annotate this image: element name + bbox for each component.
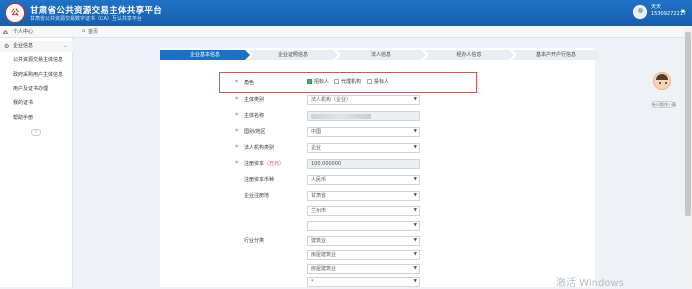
required-mark: * — [235, 96, 238, 103]
role-option-bidder[interactable]: 投标人 — [367, 78, 389, 85]
chevron-down-icon: ▼ — [413, 223, 417, 228]
breadcrumb-current[interactable]: 首页 — [88, 28, 98, 35]
form-row: * 法人机构类别 企业 ▼ — [0, 143, 692, 153]
form-row: * 主体名称 — [0, 111, 692, 121]
chevron-down-icon: ▼ — [413, 145, 417, 150]
chevron-down-icon: ▼ — [413, 97, 417, 102]
breadcrumb-home-icon: ⌂ — [82, 28, 86, 34]
checkbox-icon — [334, 79, 339, 84]
industry-level4-select[interactable]: * ▼ — [307, 277, 420, 287]
role-option-tenderer[interactable]: 招标人 — [307, 78, 329, 85]
field-label: 主体类别 — [244, 97, 265, 103]
role-option-agency[interactable]: 代理机构 — [334, 78, 361, 85]
step-progress: 企业基本信息 企业证照信息 法人信息 经办人信息 基本户开户行信息 — [160, 50, 600, 60]
home-icon: ⌂ — [4, 29, 8, 36]
chevron-down-icon: ▼ — [413, 193, 417, 198]
form-row: 行业分类 建筑业 ▼ — [0, 236, 692, 246]
sidebar-item-trading-subject[interactable]: 公共资源交易主体信息 — [0, 55, 73, 66]
role-row: * 角色 招标人 代理机构 投标人 — [0, 78, 692, 88]
subject-category-select[interactable]: 法人机构（企业） ▼ — [307, 95, 420, 105]
form-row: * 注册资本（万元） 100.000000 — [0, 159, 692, 169]
avatar[interactable] — [633, 5, 647, 19]
eye-icon — [659, 82, 661, 84]
eye-icon — [665, 82, 667, 84]
form-row: 兰州市 ▼ — [0, 206, 692, 216]
sidebar-item-label: 个人中心 — [13, 29, 34, 35]
step-bank-account[interactable]: 基本户开户行信息 — [512, 50, 600, 60]
breadcrumb: ⌂ ⌂ 首页 — [0, 27, 692, 38]
chevron-down-icon: ⌄ — [63, 43, 68, 49]
help-bubble[interactable]: 有问题找小萌 — [651, 101, 676, 108]
checkbox-checked-icon — [307, 79, 312, 84]
checkbox-icon — [367, 79, 372, 84]
chevron-down-icon: ▼ — [413, 252, 417, 257]
role-label: 角色 — [244, 80, 255, 86]
step-company-basic[interactable]: 企业基本信息 — [160, 50, 250, 60]
gear-icon: ⚙ — [4, 43, 10, 50]
chevron-down-icon: ▼ — [413, 208, 417, 213]
registered-capital-field[interactable]: 100.000000 — [307, 159, 420, 169]
field-label: 国别/地区 — [244, 129, 266, 135]
step-handler[interactable]: 经办人信息 — [424, 50, 514, 60]
industry-level3-select[interactable]: 房屋建筑业 ▼ — [307, 264, 420, 274]
form-row: 房屋建筑业 ▼ — [0, 264, 692, 274]
form-row: ▼ — [0, 221, 692, 231]
required-mark: * — [235, 79, 238, 86]
form-row: * 主体类别 法人机构（企业） ▼ — [0, 95, 692, 105]
field-label: 注册资本币种 — [244, 177, 275, 183]
required-mark: * — [235, 128, 238, 135]
step-legal-person[interactable]: 法人信息 — [336, 50, 426, 60]
chevron-down-icon: ▼ — [413, 129, 417, 134]
chevron-down-icon[interactable]: ▼ — [681, 9, 685, 15]
required-mark: * — [235, 160, 238, 167]
chevron-down-icon: ▼ — [413, 177, 417, 182]
helper-mascot-icon[interactable] — [653, 72, 671, 90]
top-header: 公 甘肃省公共资源交易主体共享平台 甘肃省公共资源交易数字证书（CA）互认共享平… — [0, 0, 692, 26]
field-label: 法人机构类别 — [244, 145, 275, 151]
sidebar-item-label: 企业信息 — [13, 43, 34, 49]
chevron-down-icon: ▼ — [413, 266, 417, 271]
sidebar-item-company-info[interactable]: ⚙ 企业信息 ⌄ — [0, 41, 73, 52]
legal-entity-category-select[interactable]: 企业 ▼ — [307, 143, 420, 153]
field-label: 行业分类 — [244, 238, 265, 244]
form-row: 房屋建筑业 ▼ — [0, 250, 692, 260]
platform-logo: 公 — [5, 3, 25, 23]
platform-subtitle: 甘肃省公共资源交易数字证书（CA）互认共享平台 — [30, 16, 142, 22]
scrollbar-thumb[interactable] — [685, 32, 691, 216]
capital-currency-select[interactable]: 人民币 ▼ — [307, 175, 420, 185]
field-label: 主体名称 — [244, 113, 265, 119]
required-mark: * — [235, 144, 238, 151]
country-region-select[interactable]: 中国 ▼ — [307, 127, 420, 137]
chevron-down-icon: ▼ — [413, 279, 417, 284]
province-select[interactable]: 甘肃省 ▼ — [307, 191, 420, 201]
district-select[interactable]: ▼ — [307, 221, 420, 231]
city-select[interactable]: 兰州市 ▼ — [307, 206, 420, 216]
chevron-down-icon: ▼ — [413, 238, 417, 243]
industry-level2-select[interactable]: 房屋建筑业 ▼ — [307, 250, 420, 260]
subject-name-field[interactable] — [307, 111, 420, 121]
form-row: * 国别/地区 中国 ▼ — [0, 127, 692, 137]
form-row: 注册资本币种 人民币 ▼ — [0, 175, 692, 185]
step-company-license[interactable]: 企业证照信息 — [248, 50, 338, 60]
required-mark: * — [235, 112, 238, 119]
page-scrollbar[interactable] — [684, 28, 692, 287]
field-label: 企业注册地 — [244, 193, 270, 199]
sidebar-item-label: 公共资源交易主体信息 — [13, 57, 64, 63]
blurred-value — [311, 114, 371, 119]
sidebar-item-personal-center[interactable]: ⌂ 个人中心 — [0, 27, 73, 38]
field-label: 注册资本（万元） — [244, 161, 285, 167]
form-row: 企业注册地 甘肃省 ▼ — [0, 191, 692, 201]
industry-level1-select[interactable]: 建筑业 ▼ — [307, 236, 420, 246]
